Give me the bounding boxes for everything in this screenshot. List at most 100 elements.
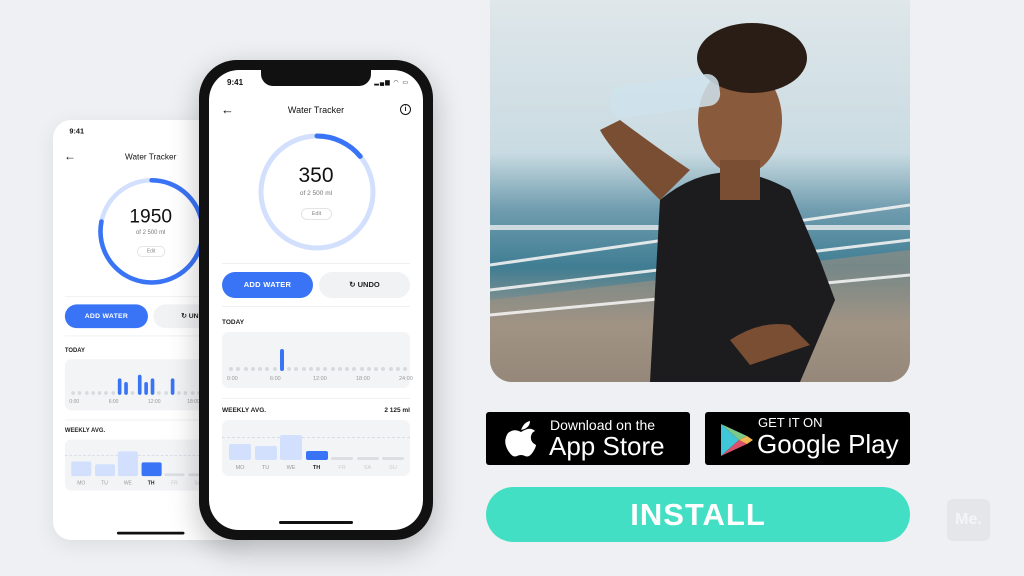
hourly-dot xyxy=(366,367,371,371)
hourly-dot xyxy=(316,367,320,371)
screen-title: Water Tracker xyxy=(287,105,345,115)
hourly-dot xyxy=(110,391,115,395)
hourly-bar xyxy=(137,374,142,395)
hourly-dot xyxy=(395,367,400,371)
google-play-small-text: GET IT ON xyxy=(758,415,823,430)
divider xyxy=(222,306,410,307)
divider xyxy=(222,398,410,399)
weekly-bar xyxy=(280,434,302,460)
hourly-dot xyxy=(301,367,306,371)
hourly-dot xyxy=(183,391,188,395)
hourly-dot xyxy=(287,367,291,371)
day-label: TU xyxy=(261,465,270,471)
hourly-bar xyxy=(117,378,122,395)
weekly-avg-total: 2 125 ml xyxy=(384,407,410,414)
apple-icon xyxy=(505,421,536,457)
hourly-dot xyxy=(272,367,277,371)
hourly-bar xyxy=(279,349,284,371)
photo-illustration xyxy=(490,23,910,382)
undo-button[interactable]: ↻ UNDO xyxy=(319,272,410,298)
hour-tick: 12:00 xyxy=(147,399,161,405)
hourly-dot xyxy=(345,367,349,371)
undo-icon: ↻ xyxy=(181,311,189,320)
phone-notch xyxy=(261,70,371,86)
hourly-dot xyxy=(84,391,89,395)
hero-photo-man-drinking-water xyxy=(490,0,910,382)
hourly-dot xyxy=(104,391,109,395)
status-time: 9:41 xyxy=(227,78,244,87)
hour-tick: 6:00 xyxy=(270,376,281,382)
today-chart: 0:00 6:00 12:00 18:00 24:00 xyxy=(222,332,413,388)
average-line xyxy=(222,437,410,438)
hour-tick: 12:00 xyxy=(313,376,327,382)
app-store-big-text: App Store xyxy=(549,431,665,461)
hourly-dot xyxy=(323,367,328,371)
weekly-bar xyxy=(331,457,353,460)
hour-tick: 0:00 xyxy=(227,376,238,382)
weekly-avg-label: WEEKLY AVG. xyxy=(222,407,267,414)
goal-text: of 2 500 ml xyxy=(299,190,333,197)
hour-tick: 6:00 xyxy=(108,399,119,405)
undo-icon: ↻ xyxy=(349,280,358,289)
hourly-bar xyxy=(144,382,148,395)
weekly-bar xyxy=(254,446,277,460)
hourly-dot xyxy=(294,367,299,371)
hourly-dot xyxy=(130,391,135,395)
status-icons: ▂▄▆ ◠ ▭ xyxy=(374,80,409,86)
hourly-dot xyxy=(243,367,248,371)
hourly-dot xyxy=(359,367,364,371)
weekly-bar xyxy=(94,464,115,477)
hourly-dot xyxy=(265,367,270,371)
day-label: MO xyxy=(235,465,245,471)
hourly-dot xyxy=(330,367,335,371)
weekly-bar xyxy=(382,457,404,460)
divider xyxy=(222,263,410,264)
weekly-chart: MO TU WE TH FR SA SU xyxy=(222,420,410,476)
home-indicator[interactable] xyxy=(279,521,353,524)
hourly-dot xyxy=(91,391,95,395)
hourly-dot xyxy=(374,367,378,371)
info-icon[interactable]: i xyxy=(400,104,411,115)
day-label: FR xyxy=(338,465,346,471)
day-label: WE xyxy=(286,465,296,471)
today-label: TODAY xyxy=(64,347,85,354)
hourly-bar xyxy=(150,378,155,395)
hourly-dot xyxy=(337,367,342,371)
weekly-bar xyxy=(356,457,379,460)
day-label: WE xyxy=(123,480,132,487)
install-button[interactable]: INSTALL xyxy=(486,487,910,542)
app-store-badge[interactable]: Download on the App Store xyxy=(486,412,690,465)
hourly-dot xyxy=(163,391,168,395)
day-label: TH xyxy=(147,480,155,487)
day-label: TU xyxy=(101,480,108,487)
hourly-dot xyxy=(236,367,241,371)
hourly-dot xyxy=(308,367,313,371)
home-indicator[interactable] xyxy=(116,531,185,535)
add-water-button[interactable]: ADD WATER xyxy=(64,304,148,329)
hourly-dot xyxy=(190,391,195,395)
hourly-bar xyxy=(124,382,128,395)
edit-goal-button[interactable]: Edit xyxy=(136,245,166,257)
undo-label: UNDO xyxy=(357,280,380,289)
day-label: MO xyxy=(77,480,86,487)
day-label: SU xyxy=(389,465,397,471)
hourly-dot xyxy=(388,367,393,371)
hour-tick: 18:00 xyxy=(187,399,200,405)
weekly-bar xyxy=(229,443,251,460)
hour-tick: 0:00 xyxy=(69,399,80,405)
add-water-button[interactable]: ADD WATER xyxy=(222,272,313,298)
hourly-dot xyxy=(381,367,386,371)
hourly-dot xyxy=(250,367,255,371)
day-label: FR xyxy=(171,480,178,487)
hourly-dot xyxy=(157,391,161,395)
google-play-badge[interactable]: GET IT ON Google Play xyxy=(705,412,910,465)
status-time: 9:41 xyxy=(69,127,85,136)
intake-value: 350 xyxy=(298,164,334,187)
front-phone-screen: ▂▄▆ ◠ ▭ 9:41 ← Water Tracker i 350 of 2 50… xyxy=(209,70,423,530)
edit-goal-button[interactable]: Edit xyxy=(301,208,332,220)
hourly-dot xyxy=(77,391,82,395)
hourly-dot xyxy=(258,367,262,371)
weekly-bar xyxy=(71,461,92,477)
hourly-dot xyxy=(71,391,75,395)
google-play-big-text: Google Play xyxy=(757,429,899,459)
